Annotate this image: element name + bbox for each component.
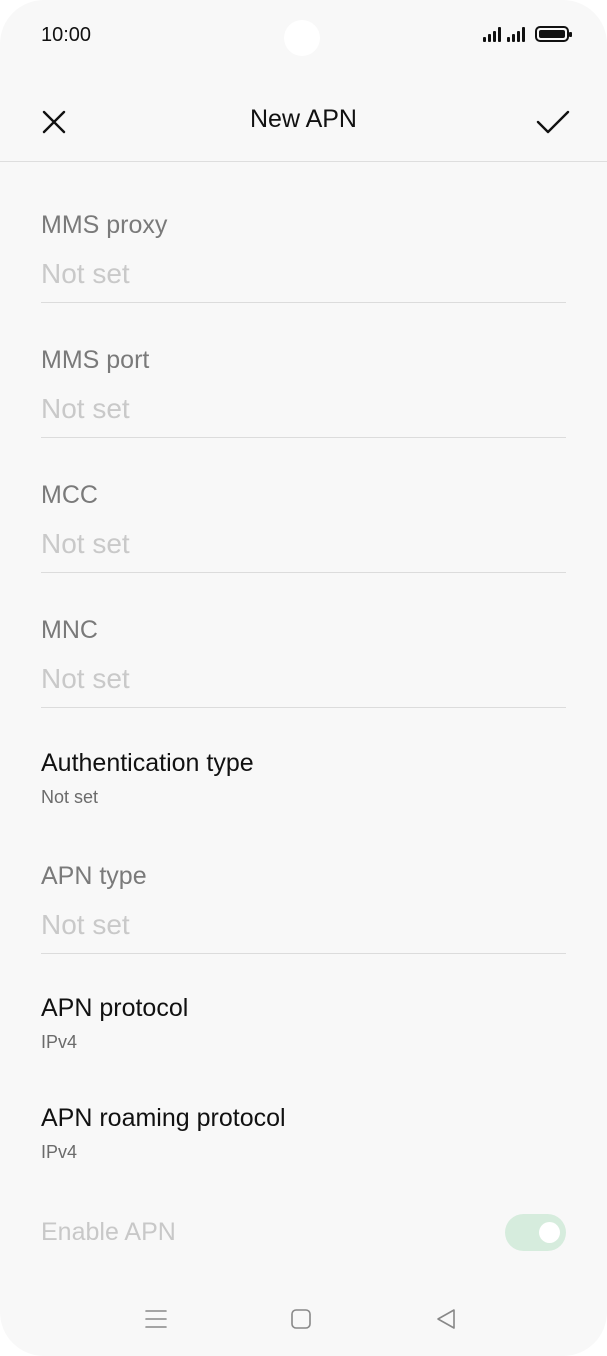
authentication-type-label: Authentication type bbox=[41, 749, 254, 777]
apn-protocol-setting[interactable]: APN protocol IPv4 bbox=[41, 993, 566, 1053]
phone-screen: 10:00 New APN MMS proxy MMS port bbox=[0, 0, 607, 1356]
mms-proxy-field: MMS proxy bbox=[41, 210, 566, 303]
mcc-input[interactable] bbox=[41, 524, 566, 564]
mms-port-field: MMS port bbox=[41, 345, 566, 438]
status-time: 10:00 bbox=[41, 24, 92, 46]
divider bbox=[41, 572, 566, 573]
home-icon bbox=[291, 1309, 311, 1329]
toggle-knob bbox=[539, 1222, 560, 1243]
mms-port-label: MMS port bbox=[41, 346, 150, 374]
mcc-field: MCC bbox=[41, 480, 566, 573]
signal-icon bbox=[483, 26, 501, 42]
apn-roaming-protocol-value: IPv4 bbox=[41, 1142, 78, 1162]
mnc-label: MNC bbox=[41, 616, 98, 644]
save-button[interactable] bbox=[533, 102, 573, 142]
enable-apn-row: Enable APN bbox=[41, 1214, 566, 1252]
status-icons bbox=[483, 26, 572, 42]
mms-proxy-input[interactable] bbox=[41, 254, 566, 294]
apn-protocol-value: IPv4 bbox=[41, 1032, 78, 1052]
mms-port-input[interactable] bbox=[41, 389, 566, 429]
signal-icon bbox=[507, 26, 525, 42]
home-button[interactable] bbox=[281, 1304, 321, 1334]
divider bbox=[41, 437, 566, 438]
divider bbox=[41, 707, 566, 708]
mms-proxy-label: MMS proxy bbox=[41, 211, 168, 239]
mnc-field: MNC bbox=[41, 615, 566, 708]
apn-type-field: APN type bbox=[41, 861, 566, 954]
apn-protocol-label: APN protocol bbox=[41, 994, 189, 1022]
page-title: New APN bbox=[250, 105, 357, 133]
authentication-type-value: Not set bbox=[41, 787, 99, 807]
authentication-type-setting[interactable]: Authentication type Not set bbox=[41, 748, 566, 808]
mnc-input[interactable] bbox=[41, 659, 566, 699]
apn-type-label: APN type bbox=[41, 862, 147, 890]
camera-cutout bbox=[284, 20, 320, 56]
divider bbox=[41, 953, 566, 954]
enable-apn-label: Enable APN bbox=[41, 1218, 176, 1246]
apn-roaming-protocol-setting[interactable]: APN roaming protocol IPv4 bbox=[41, 1103, 566, 1163]
recent-apps-button[interactable] bbox=[136, 1304, 176, 1334]
back-button[interactable] bbox=[426, 1304, 466, 1334]
menu-icon bbox=[145, 1310, 167, 1328]
apn-roaming-protocol-label: APN roaming protocol bbox=[41, 1104, 286, 1132]
back-icon bbox=[437, 1309, 455, 1329]
checkmark-icon bbox=[536, 110, 570, 134]
navigation-bar bbox=[0, 1298, 607, 1338]
divider bbox=[41, 302, 566, 303]
battery-icon bbox=[535, 26, 572, 42]
apn-type-input[interactable] bbox=[41, 905, 566, 945]
app-header: New APN bbox=[0, 80, 607, 162]
enable-apn-toggle[interactable] bbox=[505, 1214, 566, 1251]
mcc-label: MCC bbox=[41, 481, 98, 509]
